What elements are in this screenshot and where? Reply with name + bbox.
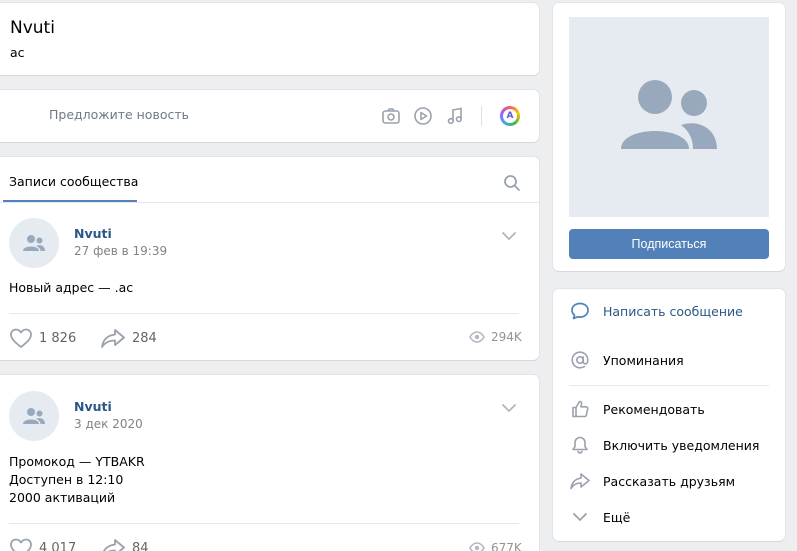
- heart-icon: [10, 538, 32, 551]
- post-author-avatar[interactable]: [9, 218, 59, 268]
- action-label: Написать сообщение: [603, 303, 743, 319]
- post-author-name[interactable]: Nvuti: [74, 226, 112, 241]
- camera-icon[interactable]: [381, 106, 401, 126]
- like-count: 1 826: [39, 330, 77, 346]
- action-label: Упоминания: [603, 352, 684, 368]
- action-label: Включить уведомления: [603, 437, 760, 453]
- post-date[interactable]: 27 фев в 19:39: [74, 244, 167, 258]
- action-label: Рассказать друзьям: [603, 473, 736, 489]
- community-posts: Записи сообщества Nvuti 27 фев в 19:39 Н…: [0, 157, 539, 360]
- group-icon: [621, 80, 717, 149]
- chevron-down-icon[interactable]: [501, 403, 517, 413]
- share-icon: [569, 470, 591, 492]
- action-recommend[interactable]: Рекомендовать: [553, 393, 785, 425]
- thumbs-up-icon: [569, 398, 591, 420]
- tab-community-posts[interactable]: Записи сообщества: [9, 174, 138, 189]
- toolbar-divider: [481, 106, 482, 126]
- views-count: 294K: [491, 330, 522, 344]
- post-text-line: 2000 активаций: [9, 490, 116, 505]
- post-text: Новый адрес — .ac: [9, 279, 133, 297]
- user-avatar-letter: A: [503, 109, 517, 123]
- views-count: 677K: [491, 541, 522, 551]
- post-text-line: Новый адрес — .ac: [9, 280, 134, 295]
- post-text-line: Доступен в 12:10: [9, 472, 124, 487]
- post-text-line: Промокод — YTBAKR: [9, 454, 145, 469]
- bell-icon: [569, 434, 591, 456]
- action-label: Ещё: [603, 509, 631, 525]
- group-actions: Написать сообщение Упоминания Рекомендов…: [553, 289, 785, 541]
- group-icon: [23, 408, 45, 424]
- group-avatar-placeholder[interactable]: [569, 17, 769, 217]
- share-icon: [102, 539, 125, 551]
- views-counter: 294K: [469, 330, 522, 344]
- like-count: 4 017: [39, 540, 77, 551]
- like-button[interactable]: 1 826: [9, 327, 76, 349]
- music-icon[interactable]: [445, 106, 465, 126]
- share-count: 284: [132, 330, 157, 346]
- post-date[interactable]: 3 дек 2020: [74, 417, 143, 431]
- group-cover-card: Подписаться: [553, 3, 785, 271]
- actions-divider: [569, 385, 769, 386]
- action-more[interactable]: Ещё: [553, 501, 785, 533]
- chevron-down-icon[interactable]: [501, 231, 517, 241]
- share-button[interactable]: 84: [100, 537, 149, 551]
- post-author-name[interactable]: Nvuti: [74, 399, 112, 414]
- group-name: Nvuti: [10, 18, 55, 38]
- search-icon[interactable]: [503, 174, 521, 192]
- heart-icon: [10, 328, 32, 348]
- suggest-post-input[interactable]: Предложите новость: [49, 107, 189, 122]
- post-divider: [9, 313, 519, 314]
- share-button[interactable]: 284: [100, 327, 157, 349]
- user-avatar[interactable]: A: [500, 106, 520, 126]
- action-mentions[interactable]: Упоминания: [553, 344, 785, 376]
- action-enable-notifications[interactable]: Включить уведомления: [553, 429, 785, 461]
- eye-icon: [469, 331, 485, 343]
- share-icon: [101, 329, 125, 348]
- post-author-avatar[interactable]: [9, 391, 59, 441]
- post-divider: [9, 523, 519, 524]
- views-counter: 677K: [469, 541, 522, 551]
- post-text: Промокод — YTBAKR Доступен в 12:10 2000 …: [9, 453, 145, 507]
- message-icon: [569, 300, 591, 322]
- suggest-post-box[interactable]: Предложите новость A: [0, 90, 539, 142]
- eye-icon: [469, 542, 485, 551]
- video-icon[interactable]: [413, 106, 433, 126]
- group-header: Nvuti ac: [0, 3, 539, 75]
- chevron-down-icon: [569, 506, 591, 528]
- action-tell-friends[interactable]: Рассказать друзьям: [553, 465, 785, 497]
- group-status: ac: [10, 45, 25, 60]
- post-card: Nvuti 3 дек 2020 Промокод — YTBAKR Досту…: [0, 375, 539, 551]
- share-count: 84: [132, 540, 149, 551]
- action-label: Рекомендовать: [603, 401, 705, 417]
- like-button[interactable]: 4 017: [9, 537, 76, 551]
- subscribe-button[interactable]: Подписаться: [569, 229, 769, 259]
- action-write-message[interactable]: Написать сообщение: [553, 295, 785, 327]
- group-icon: [23, 235, 45, 251]
- tabs-divider: [0, 202, 539, 203]
- at-icon: [569, 349, 591, 371]
